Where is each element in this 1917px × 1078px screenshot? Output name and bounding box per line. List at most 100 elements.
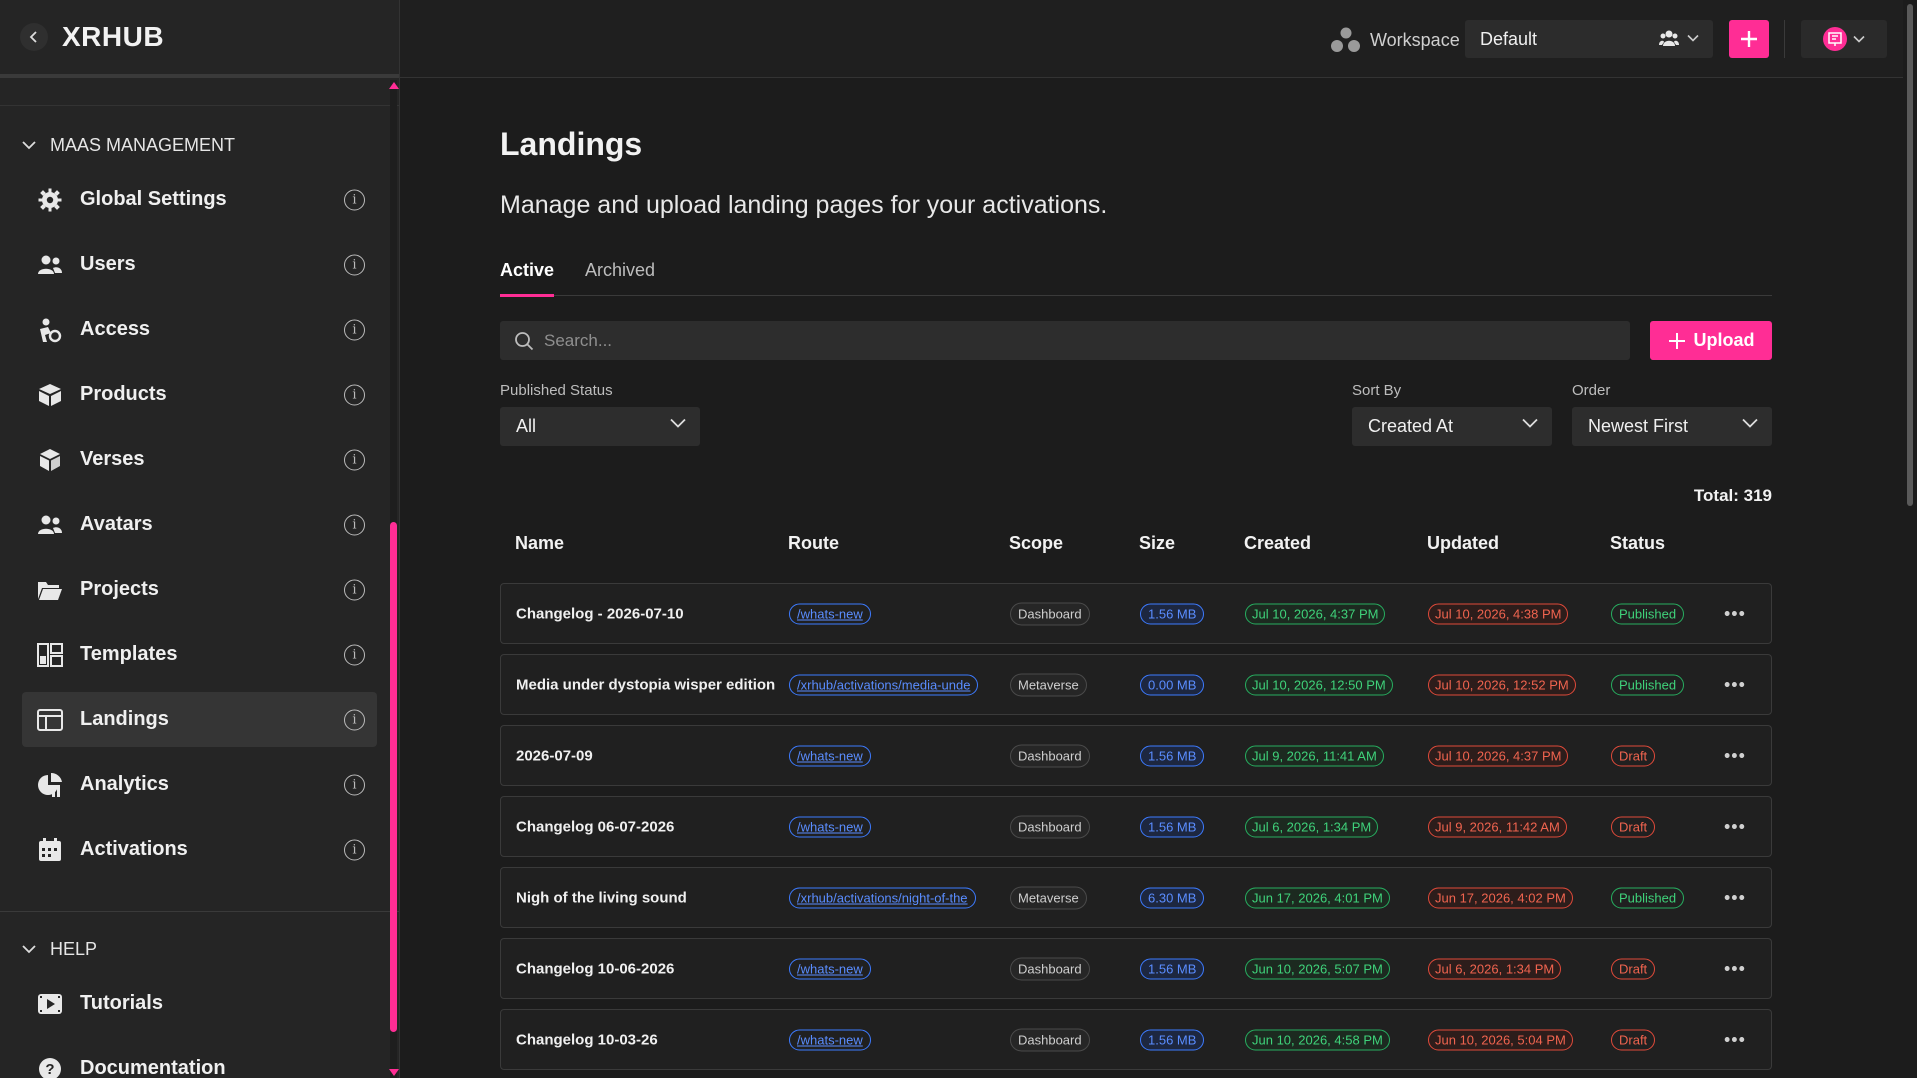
column-header-route[interactable]: Route [788, 533, 839, 554]
scroll-down-arrow-icon[interactable] [389, 1069, 399, 1076]
more-actions-icon[interactable]: ••• [1724, 816, 1746, 837]
row-name[interactable]: Changelog 10-03-26 [516, 1031, 658, 1048]
published-status-select[interactable]: All [500, 407, 700, 446]
scrollbar-thumb[interactable] [390, 522, 397, 1032]
chevron-down-icon [670, 418, 686, 428]
table-row[interactable]: Changelog 10-03-26/whats-new Dashboard 1.5… [500, 1009, 1772, 1070]
access-icon [36, 316, 64, 344]
order-select[interactable]: Newest First [1572, 407, 1772, 446]
workspace-icon [1330, 27, 1362, 53]
sidebar-item-label: Verses [80, 448, 145, 470]
sidebar-item-projects[interactable]: Projects i [22, 562, 377, 617]
workspace-select[interactable]: Default [1465, 20, 1713, 58]
section-help[interactable]: HELP [0, 922, 399, 976]
row-route-link[interactable]: /whats-new [789, 1029, 871, 1050]
row-size-badge: 1.56 MB [1140, 745, 1205, 766]
column-header-updated[interactable]: Updated [1427, 533, 1499, 554]
sidebar-item-analytics[interactable]: Analytics i [22, 757, 377, 812]
sidebar-item-activations[interactable]: Activations i [22, 822, 377, 877]
row-updated-badge: Jul 6, 2026, 1:34 PM [1428, 958, 1562, 979]
more-actions-icon[interactable]: ••• [1724, 958, 1746, 979]
row-updated-badge: Jun 10, 2026, 5:04 PM [1428, 1029, 1573, 1050]
sidebar-item-landings[interactable]: Landings i [22, 692, 377, 747]
create-button[interactable] [1729, 20, 1769, 58]
row-route-link[interactable]: /whats-new [789, 603, 871, 624]
tab-archived[interactable]: Archived [585, 260, 655, 296]
sidebar-item-global-settings[interactable]: Global Settings i [22, 172, 377, 227]
sidebar-item-label: Products [80, 383, 167, 405]
info-icon[interactable]: i [344, 774, 365, 795]
chevron-down-icon [1687, 34, 1699, 42]
sidebar: XRHUB MAAS MANAGEMENT Global Settings i … [0, 0, 400, 1078]
table-row[interactable]: Changelog 06-07-2026/whats-new Dashboard 1… [500, 796, 1772, 857]
sidebar-scrollbar[interactable] [389, 80, 399, 1078]
search-box[interactable] [500, 321, 1630, 360]
sidebar-item-tutorials[interactable]: Tutorials [22, 976, 377, 1031]
column-header-name[interactable]: Name [515, 533, 564, 554]
table-row[interactable]: Media under dystopia wisper edition/xrhu… [500, 654, 1772, 715]
info-icon[interactable]: i [344, 514, 365, 535]
row-route-link[interactable]: /whats-new [789, 816, 871, 837]
column-header-status[interactable]: Status [1610, 533, 1665, 554]
sidebar-item-label: Tutorials [80, 992, 163, 1014]
info-icon[interactable]: i [344, 189, 365, 210]
row-status-badge: Draft [1611, 958, 1656, 979]
more-actions-icon[interactable]: ••• [1724, 887, 1746, 908]
row-name[interactable]: Changelog - 2026-07-10 [516, 605, 684, 622]
table-row[interactable]: Changelog - 2026-07-10/whats-new Dashboar… [500, 583, 1772, 644]
table-row[interactable]: 2026-07-09/whats-new Dashboard 1.56 MB Jul … [500, 725, 1772, 786]
row-size-badge: 1.56 MB [1140, 1029, 1205, 1050]
scroll-up-arrow-icon[interactable] [389, 82, 399, 89]
row-route-link[interactable]: /whats-new [789, 958, 871, 979]
info-icon[interactable]: i [344, 839, 365, 860]
row-name[interactable]: 2026-07-09 [516, 747, 593, 764]
chevron-left-icon [29, 31, 37, 43]
more-actions-icon[interactable]: ••• [1724, 674, 1746, 695]
sidebar-item-access[interactable]: Access i [22, 302, 377, 357]
more-actions-icon[interactable]: ••• [1724, 745, 1746, 766]
page-scrollbar[interactable] [1903, 0, 1917, 1078]
row-name[interactable]: Changelog 10-06-2026 [516, 960, 674, 977]
sidebar-item-users[interactable]: Users i [22, 237, 377, 292]
back-button[interactable] [20, 23, 48, 51]
row-name[interactable]: Nigh of the living sound [516, 889, 687, 906]
column-header-size[interactable]: Size [1139, 533, 1175, 554]
landing-icon [36, 706, 64, 734]
upload-button[interactable]: Upload [1650, 321, 1772, 360]
sort-by-select[interactable]: Created At [1352, 407, 1552, 446]
sidebar-item-templates[interactable]: Templates i [22, 627, 377, 682]
row-route-link[interactable]: /xrhub/activations/night-of-the [789, 887, 976, 908]
search-icon [514, 331, 534, 351]
sidebar-item-products[interactable]: Products i [22, 367, 377, 422]
sidebar-item-verses[interactable]: Verses i [22, 432, 377, 487]
section-maas-management[interactable]: MAAS MANAGEMENT [0, 118, 399, 172]
table-body: Changelog - 2026-07-10/whats-new Dashboar… [500, 583, 1772, 1070]
row-name[interactable]: Changelog 06-07-2026 [516, 818, 674, 835]
info-icon[interactable]: i [344, 709, 365, 730]
sidebar-item-documentation[interactable]: ? Documentation [22, 1041, 377, 1078]
column-header-scope[interactable]: Scope [1009, 533, 1063, 554]
tab-active[interactable]: Active [500, 260, 555, 297]
user-menu-button[interactable] [1801, 20, 1887, 58]
info-icon[interactable]: i [344, 579, 365, 600]
row-route-link[interactable]: /xrhub/activations/media-unde [789, 674, 979, 695]
cube-icon [36, 446, 64, 474]
row-status-badge: Draft [1611, 816, 1656, 837]
more-actions-icon[interactable]: ••• [1724, 603, 1746, 624]
info-icon[interactable]: i [344, 319, 365, 340]
info-icon[interactable]: i [344, 644, 365, 665]
more-actions-icon[interactable]: ••• [1724, 1029, 1746, 1050]
row-name[interactable]: Media under dystopia wisper edition [516, 676, 775, 693]
info-icon[interactable]: i [344, 254, 365, 275]
column-header-created[interactable]: Created [1244, 533, 1311, 554]
search-input[interactable] [544, 330, 1604, 351]
row-route-link[interactable]: /whats-new [789, 745, 871, 766]
table-row[interactable]: Changelog 10-06-2026/whats-new Dashboard 1… [500, 938, 1772, 999]
order-filter: Order Newest First [1572, 382, 1772, 446]
table-row[interactable]: Nigh of the living sound/xrhub/activatio… [500, 867, 1772, 928]
page-scrollbar-thumb[interactable] [1907, 4, 1913, 506]
row-created-badge: Jul 9, 2026, 11:41 AM [1245, 745, 1384, 766]
info-icon[interactable]: i [344, 449, 365, 470]
info-icon[interactable]: i [344, 384, 365, 405]
sidebar-item-avatars[interactable]: Avatars i [22, 497, 377, 552]
